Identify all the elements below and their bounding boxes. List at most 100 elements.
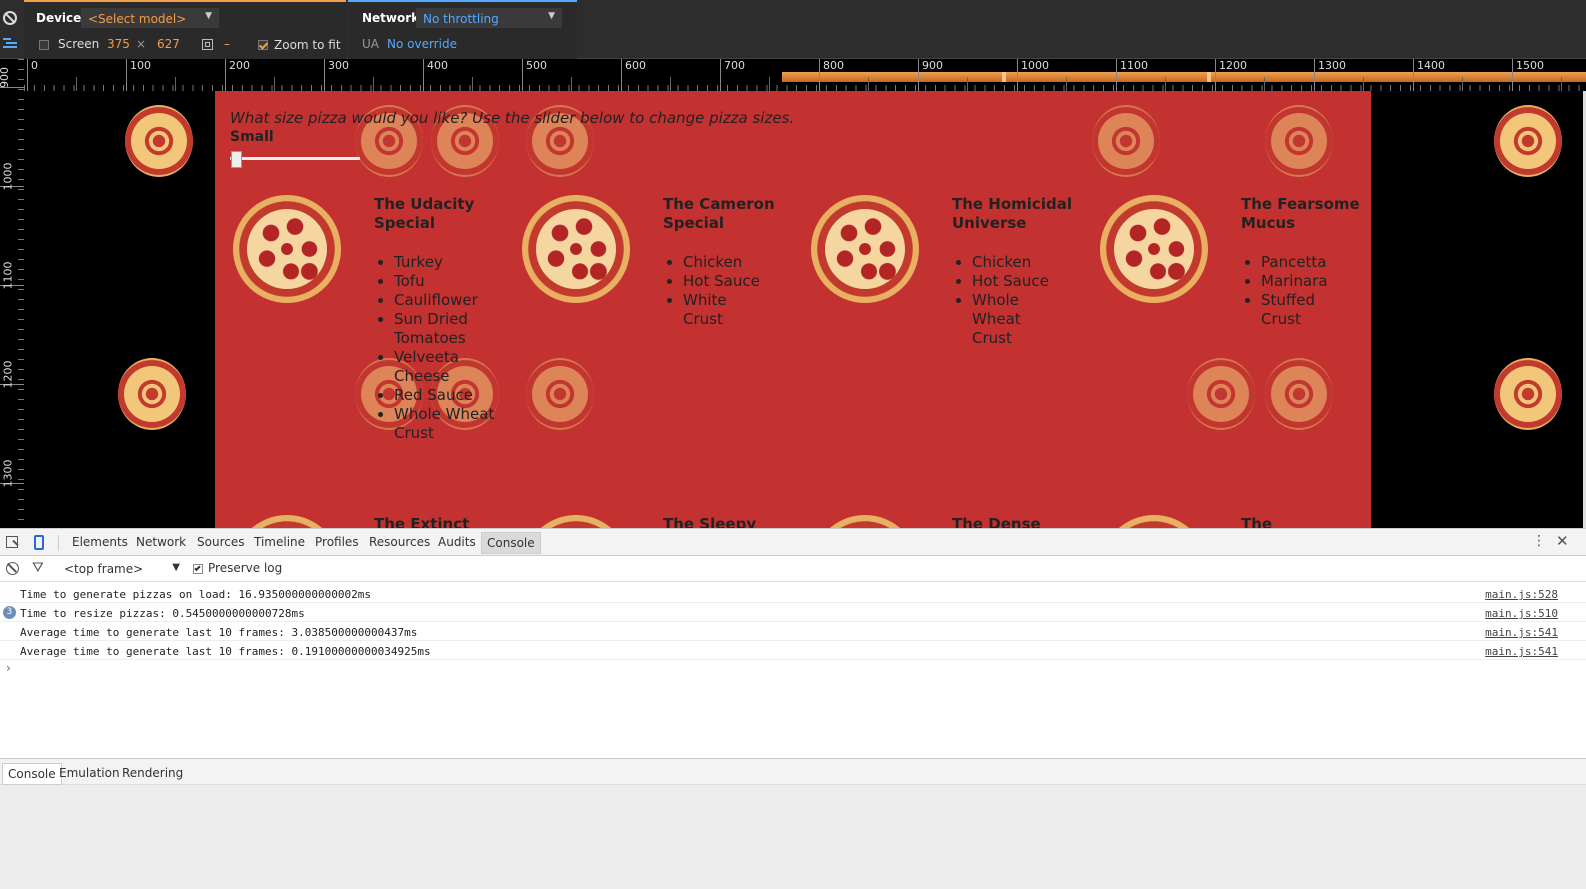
- ruler-major-tick: [126, 59, 127, 91]
- ruler-label: 200: [229, 59, 250, 72]
- drawer-tab-rendering[interactable]: Rendering: [122, 766, 183, 780]
- ingredient-list: PancettaMarinaraStuffed Crust: [1241, 253, 1346, 329]
- ruler-label: 500: [526, 59, 547, 72]
- frame-select[interactable]: <top frame> ▼: [62, 560, 182, 578]
- frame-select-value: <top frame>: [64, 562, 144, 576]
- ruler-half-tick: [571, 77, 572, 91]
- filter-icon[interactable]: ⛛: [32, 560, 44, 576]
- ruler-label: 0: [31, 59, 38, 72]
- preserve-log-label: Preserve log: [208, 561, 283, 575]
- tab-resources[interactable]: Resources: [369, 535, 430, 549]
- tab-network[interactable]: Network: [136, 535, 186, 549]
- ingredient-list: TurkeyTofuCauliflowerSun Dried TomatoesV…: [374, 253, 509, 443]
- device-label: Device: [36, 11, 82, 25]
- sliding-pizza: [1092, 105, 1160, 177]
- ingredient-item: Pancetta: [1261, 253, 1346, 272]
- screen-width-input[interactable]: 375: [107, 37, 130, 51]
- console-source-link[interactable]: main.js:528: [1485, 588, 1558, 601]
- console-output[interactable]: Time to generate pizzas on load: 16.9350…: [0, 582, 1586, 758]
- console-source-link[interactable]: main.js:541: [1485, 626, 1558, 639]
- console-prompt-caret[interactable]: ›: [6, 661, 11, 675]
- console-message-text: Average time to generate last 10 frames:…: [20, 626, 418, 639]
- swap-dimensions-icon[interactable]: [202, 39, 213, 50]
- console-message: Average time to generate last 10 frames:…: [0, 622, 1586, 641]
- sliding-pizza: [1494, 105, 1562, 177]
- tab-elements[interactable]: Elements: [72, 535, 128, 549]
- ruler-label: 1100: [1, 261, 15, 290]
- tab-audits[interactable]: Audits: [438, 535, 476, 549]
- pizza-name: The Homicidal Universe: [952, 195, 1072, 232]
- ruler-major-tick: [720, 59, 721, 91]
- device-mode-icon[interactable]: [34, 535, 44, 550]
- close-icon[interactable]: ✕: [1556, 532, 1569, 550]
- screen-checkbox[interactable]: [39, 40, 49, 50]
- ua-label: UA: [362, 37, 379, 51]
- ruler-major-tick: [1413, 59, 1414, 91]
- drawer-tab-emulation[interactable]: Emulation: [59, 766, 120, 780]
- tab-console[interactable]: Console: [481, 532, 541, 554]
- pizza-name: The Dense: [952, 515, 1041, 528]
- ua-override-input[interactable]: No override: [387, 37, 457, 51]
- pizza-name: The Sleepy: [663, 515, 757, 528]
- console-message-text: Time to generate pizzas on load: 16.9350…: [20, 588, 371, 601]
- ruler-half-tick: [274, 77, 275, 91]
- network-label: Network: [362, 11, 420, 25]
- ingredient-item: Red Sauce: [394, 386, 509, 405]
- console-message: 3 Time to resize pizzas: 0.54500000000007…: [0, 603, 1586, 622]
- pizza-image: [811, 195, 919, 303]
- ruler-half-tick: [1165, 77, 1166, 91]
- ruler-label: 300: [328, 59, 349, 72]
- devtools-tab-strip: ⋮ ✕ Elements Network Sources Timeline Profil…: [0, 528, 1586, 556]
- tab-separator: [58, 535, 59, 551]
- emulation-toolbar: Device <Select model> ▼ Screen 375 × 627…: [0, 0, 1586, 59]
- console-source-link[interactable]: main.js:541: [1485, 645, 1558, 658]
- ruler-half-tick: [967, 77, 968, 91]
- screen-height-input[interactable]: 627: [157, 37, 180, 51]
- emulated-viewport[interactable]: What size pizza would you like? Use the …: [24, 91, 1586, 528]
- sliding-pizza: [1265, 105, 1333, 177]
- size-slider-thumb[interactable]: [231, 151, 242, 168]
- ingredient-item: Chicken: [972, 253, 1057, 272]
- zoom-to-fit-checkbox[interactable]: [258, 40, 268, 50]
- disable-emulation-icon[interactable]: [3, 11, 17, 25]
- ruler-major-tick: [1017, 59, 1018, 91]
- ruler-minor-tick: [18, 59, 24, 60]
- pizza-name: The Extinct: [374, 515, 470, 528]
- tab-profiles[interactable]: Profiles: [315, 535, 359, 549]
- console-source-link[interactable]: main.js:510: [1485, 607, 1558, 620]
- pizza-name: The Cameron Special: [663, 195, 775, 232]
- ruler-label: 1400: [1417, 59, 1445, 72]
- repeat-count-badge: 3: [3, 606, 16, 619]
- ingredient-item: Marinara: [1261, 272, 1346, 291]
- pizza-size-label: Small: [230, 129, 274, 145]
- device-model-select[interactable]: <Select model> ▼: [81, 8, 219, 28]
- ruler-label: 1300: [1, 459, 15, 488]
- ruler-label: 600: [625, 59, 646, 72]
- device-pixel-ratio-input[interactable]: –: [224, 37, 230, 51]
- size-prompt: What size pizza would you like? Use the …: [230, 109, 795, 127]
- size-slider-track[interactable]: [230, 157, 360, 160]
- sliding-pizza: [526, 358, 594, 430]
- pizza-page: What size pizza would you like? Use the …: [215, 91, 1371, 528]
- pizza-name: The Udacity Special: [374, 195, 475, 232]
- ruler-label: 900: [922, 59, 943, 72]
- ruler-major-tick: [1116, 59, 1117, 91]
- ruler-major-tick: [621, 59, 622, 91]
- inspect-element-icon[interactable]: [6, 536, 19, 548]
- network-throttle-select[interactable]: No throttling ▼: [416, 8, 562, 28]
- ruler-minor-tick: [18, 69, 24, 70]
- ingredient-item: Sun Dried Tomatoes: [394, 310, 509, 348]
- tab-sources[interactable]: Sources: [197, 535, 244, 549]
- media-query-icon[interactable]: [3, 38, 17, 50]
- console-message-text: Average time to generate last 10 frames:…: [20, 645, 431, 658]
- sliding-pizza: [1187, 358, 1255, 430]
- drawer-tab-console[interactable]: Console: [2, 763, 62, 785]
- ruler-major-tick: [423, 59, 424, 91]
- preserve-log-checkbox[interactable]: [193, 564, 203, 574]
- clear-console-icon[interactable]: [6, 562, 19, 575]
- pizza-name: The: [1241, 515, 1273, 528]
- ruler-major-tick: [1512, 59, 1513, 91]
- more-options-icon[interactable]: ⋮: [1532, 533, 1546, 549]
- tab-timeline[interactable]: Timeline: [254, 535, 305, 549]
- media-query-bar[interactable]: [782, 72, 1586, 82]
